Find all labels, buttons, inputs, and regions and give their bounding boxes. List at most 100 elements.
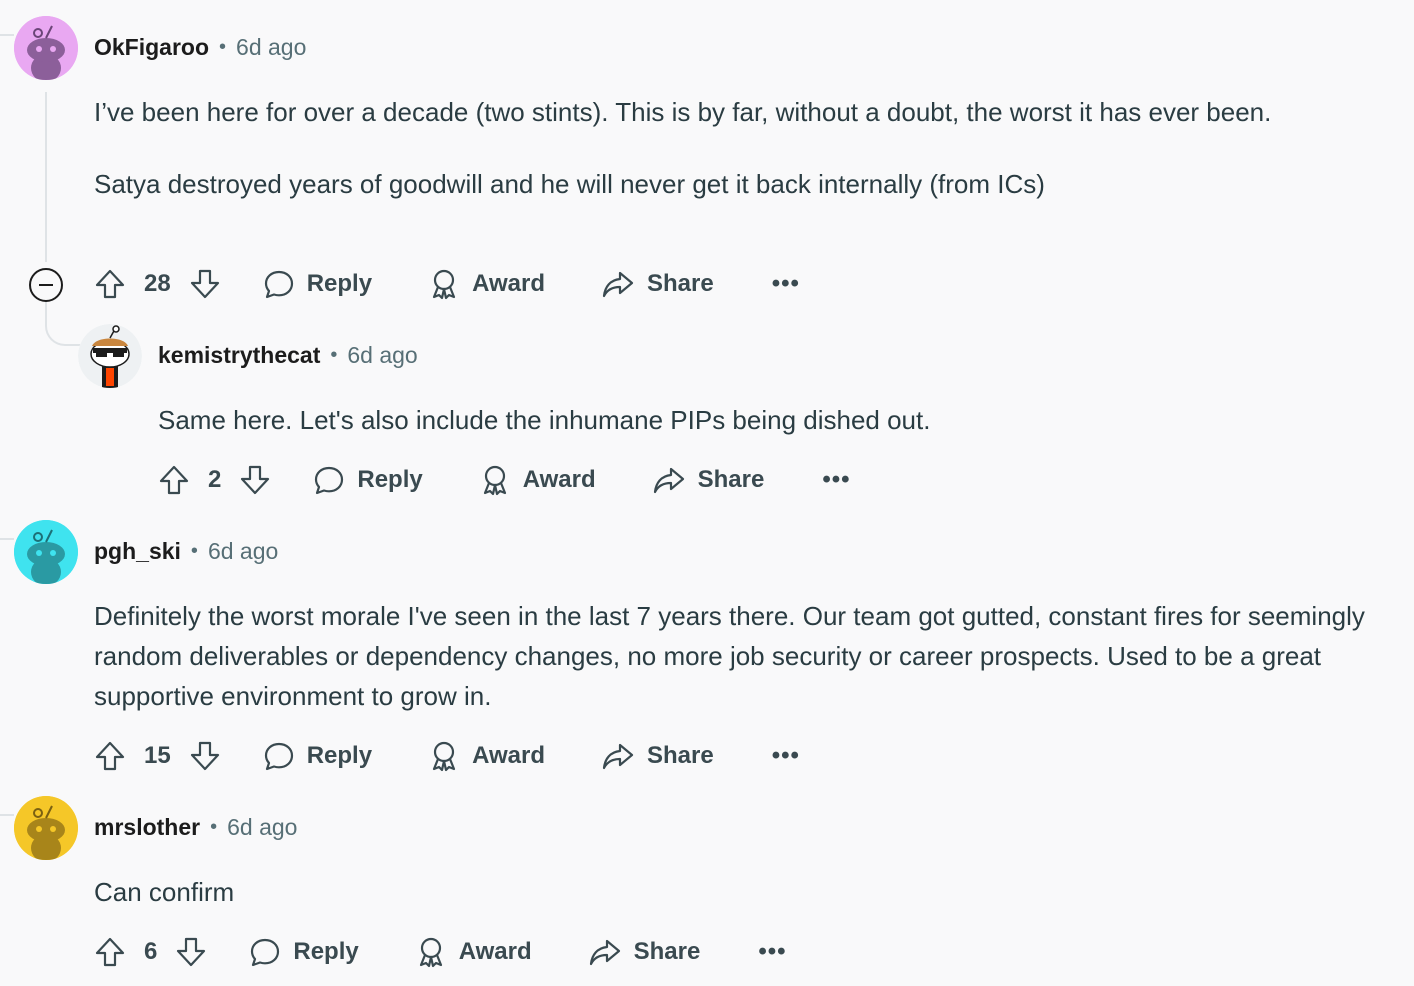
downvote-icon <box>190 269 219 299</box>
downvote-button[interactable] <box>189 268 221 300</box>
share-label: Share <box>646 270 714 297</box>
comment-actions: 28 Reply Award Share ••• <box>94 264 800 304</box>
downvote-icon <box>190 741 219 771</box>
award-icon <box>432 741 456 772</box>
comment-actions: 2 Reply Award Share ••• <box>158 460 851 500</box>
reply-label: Reply <box>357 466 423 493</box>
vote-count: 2 <box>208 466 222 493</box>
comment-meta: pgh_ski • 6d ago <box>94 538 278 565</box>
award-icon <box>432 269 456 300</box>
award-label: Award <box>522 466 596 493</box>
comment-meta: mrslother • 6d ago <box>94 814 297 841</box>
upvote-icon <box>95 269 125 299</box>
comment-body: Can confirm <box>94 872 1394 912</box>
downvote-button[interactable] <box>175 936 207 968</box>
upvote-button[interactable] <box>94 936 126 968</box>
comment-paragraph: Can confirm <box>94 877 235 907</box>
award-button[interactable]: Award <box>428 740 545 772</box>
vote-count: 28 <box>144 270 171 297</box>
avatar[interactable] <box>14 16 78 80</box>
award-button[interactable]: Award <box>428 268 545 300</box>
snoo-avatar-icon <box>14 16 78 80</box>
timestamp[interactable]: 6d ago <box>208 538 278 565</box>
reply-button[interactable]: Reply <box>313 464 423 496</box>
share-label: Share <box>646 742 714 769</box>
username[interactable]: kemistrythecat <box>158 342 320 369</box>
comment-body: Same here. Let's also include the inhuma… <box>158 400 1378 440</box>
meta-separator: • <box>219 36 227 58</box>
reply-button[interactable]: Reply <box>263 740 372 772</box>
upvote-button[interactable] <box>158 464 190 496</box>
reply-button[interactable]: Reply <box>263 268 372 300</box>
username[interactable]: OkFigaroo <box>94 34 209 61</box>
share-button[interactable]: Share <box>588 936 701 968</box>
downvote-button[interactable] <box>189 740 221 772</box>
comment-paragraph: Satya destroyed years of goodwill and he… <box>94 169 1045 199</box>
reply-button[interactable]: Reply <box>249 936 359 968</box>
upvote-icon <box>95 937 125 967</box>
meta-separator: • <box>210 816 218 838</box>
more-options-icon[interactable]: ••• <box>772 742 800 770</box>
share-button[interactable]: Share <box>652 464 765 496</box>
vote-count: 15 <box>144 742 171 769</box>
reply-label: Reply <box>306 742 373 769</box>
username[interactable]: pgh_ski <box>94 538 181 565</box>
share-label: Share <box>697 466 765 493</box>
downvote-button[interactable] <box>239 464 271 496</box>
comment-bubble-icon <box>251 938 280 967</box>
share-button[interactable]: Share <box>601 268 714 300</box>
reply-label: Reply <box>293 938 359 965</box>
downvote-icon <box>177 937 206 967</box>
thread-branch-line <box>45 300 81 346</box>
more-options-icon[interactable]: ••• <box>822 466 850 494</box>
comment-meta: OkFigaroo • 6d ago <box>94 34 306 61</box>
award-label: Award <box>472 270 545 297</box>
username[interactable]: mrslother <box>94 814 200 841</box>
comment-bubble-icon <box>264 270 293 299</box>
comment-actions: 6 Reply Award Share ••• <box>94 932 787 972</box>
comment-paragraph: Definitely the worst morale I've seen in… <box>94 601 1365 711</box>
comment-paragraph: I’ve been here for over a decade (two st… <box>94 97 1272 127</box>
upvote-button[interactable] <box>94 268 126 300</box>
thread-line[interactable] <box>45 92 47 262</box>
upvote-button[interactable] <box>94 740 126 772</box>
award-label: Award <box>458 938 532 965</box>
vote-count: 6 <box>144 938 158 965</box>
meta-separator: • <box>190 540 198 562</box>
upvote-icon <box>159 465 189 495</box>
avatar[interactable] <box>14 520 78 584</box>
collapse-thread-button[interactable] <box>29 268 63 302</box>
snoo-avatar-icon <box>14 520 78 584</box>
upvote-icon <box>95 741 125 771</box>
more-options-icon[interactable]: ••• <box>772 270 800 298</box>
timestamp[interactable]: 6d ago <box>347 342 417 369</box>
award-button[interactable]: Award <box>479 464 596 496</box>
snoo-avatar-icon <box>78 324 142 388</box>
downvote-icon <box>241 465 270 495</box>
share-icon <box>653 467 684 494</box>
thread-connector <box>0 538 14 540</box>
comment-meta: kemistrythecat • 6d ago <box>158 342 418 369</box>
minus-icon <box>39 284 53 286</box>
timestamp[interactable]: 6d ago <box>236 34 306 61</box>
avatar[interactable] <box>78 324 142 388</box>
share-label: Share <box>633 938 701 965</box>
meta-separator: • <box>330 344 338 366</box>
award-icon <box>419 937 442 968</box>
comment-paragraph: Same here. Let's also include the inhuma… <box>158 405 931 435</box>
comment-thread: OkFigaroo • 6d ago I’ve been here for ov… <box>0 0 1414 986</box>
comment-actions: 15 Reply Award Share ••• <box>94 736 800 776</box>
thread-connector <box>0 814 14 816</box>
timestamp[interactable]: 6d ago <box>227 814 297 841</box>
thread-connector <box>0 34 14 36</box>
share-icon <box>602 743 634 770</box>
avatar[interactable] <box>14 796 78 860</box>
comment-body: I’ve been here for over a decade (two st… <box>94 92 1384 204</box>
share-icon <box>602 271 634 298</box>
snoo-avatar-icon <box>14 796 78 860</box>
share-button[interactable]: Share <box>601 740 714 772</box>
comment-bubble-icon <box>315 466 344 495</box>
award-button[interactable]: Award <box>415 936 532 968</box>
more-options-icon[interactable]: ••• <box>758 938 786 966</box>
reply-label: Reply <box>306 270 373 297</box>
